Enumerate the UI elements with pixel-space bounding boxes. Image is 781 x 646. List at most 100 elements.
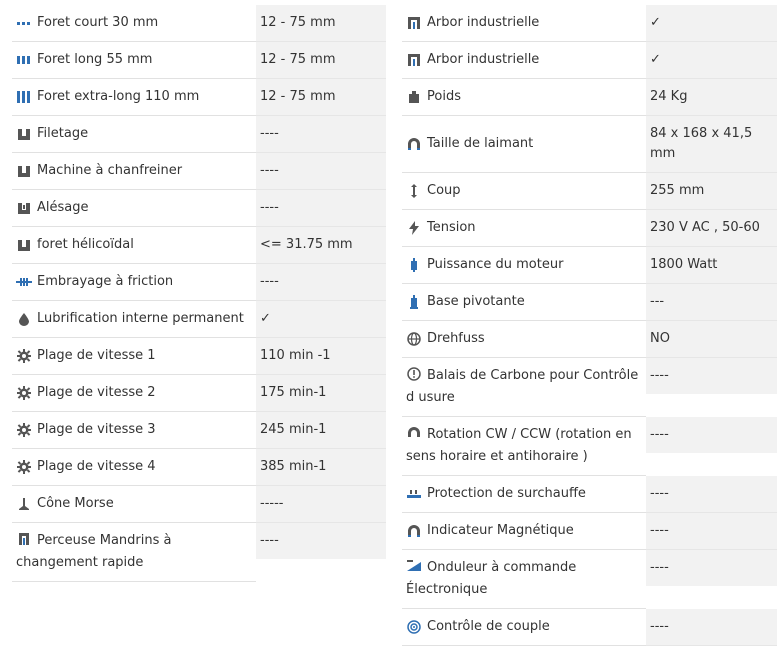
gear-icon [16,423,32,437]
spec-label-text: Protection de surchauffe [427,486,586,501]
spec-label: Contrôle de couple [402,609,646,646]
spec-value: ---- [256,153,386,190]
short-drill-icon [16,16,32,30]
spec-value: 385 min-1 [256,449,386,486]
spec-label-text: Coup [427,183,461,198]
table-row: Coup 255 mm [402,173,777,210]
spec-label: Indicateur Magnétique [402,513,646,550]
quick-chuck-icon [16,532,32,546]
spec-label-text: Base pivotante [427,294,525,309]
table-row: Lubrification interne permanent ✓ [12,301,386,338]
spec-value: ---- [646,609,777,646]
spec-label: Puissance du moteur [402,247,646,284]
table-row: Contrôle de couple ---- [402,609,777,646]
spec-label-text: Rotation CW / CCW (rotation en sens hora… [406,427,632,464]
spec-value: <= 31.75 mm [256,227,386,264]
droplet-icon [16,312,32,326]
spec-label-text: Machine à chanfreiner [37,163,183,178]
table-row: Foret extra-long 110 mm 12 - 75 mm [12,79,386,116]
spec-value: ✓ [646,42,777,79]
table-row: foret hélicoïdal <= 31.75 mm [12,227,386,264]
magnet-icon [406,137,422,151]
right-spec-table: Arbor industrielle ✓ Arbor industrielle ✓ Po… [402,5,777,646]
table-row: Taille de laimant 84 x 168 x 41,5 mm [402,116,777,173]
rotation-icon [406,426,422,440]
spec-value: ---- [256,116,386,153]
spec-value: ----- [256,486,386,523]
table-row: Arbor industrielle ✓ [402,42,777,79]
gear-icon [16,460,32,474]
spec-label-text: Perceuse Mandrins à changement rapide [16,533,172,570]
table-row: Filetage ---- [12,116,386,153]
table-row: Arbor industrielle ✓ [402,5,777,42]
spec-label: Foret long 55 mm [12,42,256,79]
spec-label: Drehfuss [402,321,646,358]
spec-value: ---- [256,523,386,559]
spec-label: Plage de vitesse 2 [12,375,256,412]
spec-value: 84 x 168 x 41,5 mm [646,116,777,173]
spec-value: 1800 Watt [646,247,777,284]
spec-value: 110 min -1 [256,338,386,375]
globe-icon [406,332,422,346]
spec-label-text: Onduleur à commande Électronique [406,560,577,597]
table-row: Plage de vitesse 2 175 min-1 [12,375,386,412]
spec-value: NO [646,321,777,358]
spec-label-text: Puissance du moteur [427,257,564,272]
gear-icon [16,349,32,363]
table-row: Tension 230 V AC , 50-60 [402,210,777,247]
left-spec-table: Foret court 30 mm 12 - 75 mm Foret long 55… [12,5,386,582]
spec-value: ---- [646,358,777,394]
twist-drill-icon [16,238,32,252]
spec-value: ---- [646,417,777,453]
spec-label-text: Plage de vitesse 4 [37,459,156,474]
spec-label: Arbor industrielle [402,5,646,42]
spec-label-text: Arbor industrielle [427,15,540,30]
spec-label: Filetage [12,116,256,153]
spec-label: Foret extra-long 110 mm [12,79,256,116]
friction-clutch-icon [16,275,32,289]
table-row: Perceuse Mandrins à changement rapide ---… [12,523,386,582]
spec-label-text: Alésage [37,200,89,215]
spec-value: 12 - 75 mm [256,5,386,42]
long-drill-icon [16,53,32,67]
table-row: Foret court 30 mm 12 - 75 mm [12,5,386,42]
reaming-icon [16,201,32,215]
table-row: Plage de vitesse 1 110 min -1 [12,338,386,375]
spec-label-text: Cône Morse [37,496,114,511]
spec-value: 12 - 75 mm [256,42,386,79]
spec-label-text: Tension [427,220,476,235]
spec-label-text: Filetage [37,126,89,141]
chamfer-icon [16,164,32,178]
spec-label: Embrayage à friction [12,264,256,301]
alert-circle-icon [406,367,422,381]
table-row: Foret long 55 mm 12 - 75 mm [12,42,386,79]
table-row: Drehfuss NO [402,321,777,358]
table-row: Cône Morse ----- [12,486,386,523]
table-row: Balais de Carbone pour Contrôle d usure -… [402,358,777,417]
spec-value: ---- [646,550,777,586]
spec-value: ---- [646,476,777,513]
spec-value: --- [646,284,777,321]
spec-value: ---- [256,190,386,227]
spec-label: Machine à chanfreiner [12,153,256,190]
spec-label: Poids [402,79,646,116]
spec-label: Foret court 30 mm [12,5,256,42]
spec-label: foret hélicoïdal [12,227,256,264]
spec-label-text: Indicateur Magnétique [427,523,574,538]
spec-label: Arbor industrielle [402,42,646,79]
threading-icon [16,127,32,141]
spec-label: Plage de vitesse 3 [12,412,256,449]
spec-label-text: Plage de vitesse 2 [37,385,156,400]
table-row: Indicateur Magnétique ---- [402,513,777,550]
morse-taper-icon [16,497,32,511]
spec-label-text: Taille de laimant [427,136,534,151]
swivel-base-icon [406,295,422,309]
spec-label: Taille de laimant [402,116,646,173]
table-row: Onduleur à commande Électronique ---- [402,550,777,609]
spec-label: Alésage [12,190,256,227]
spec-label-text: Balais de Carbone pour Contrôle d usure [406,368,639,405]
spec-label-text: Lubrification interne permanent [37,311,244,326]
spec-value: 12 - 75 mm [256,79,386,116]
gear-icon [16,386,32,400]
spec-value: 24 Kg [646,79,777,116]
